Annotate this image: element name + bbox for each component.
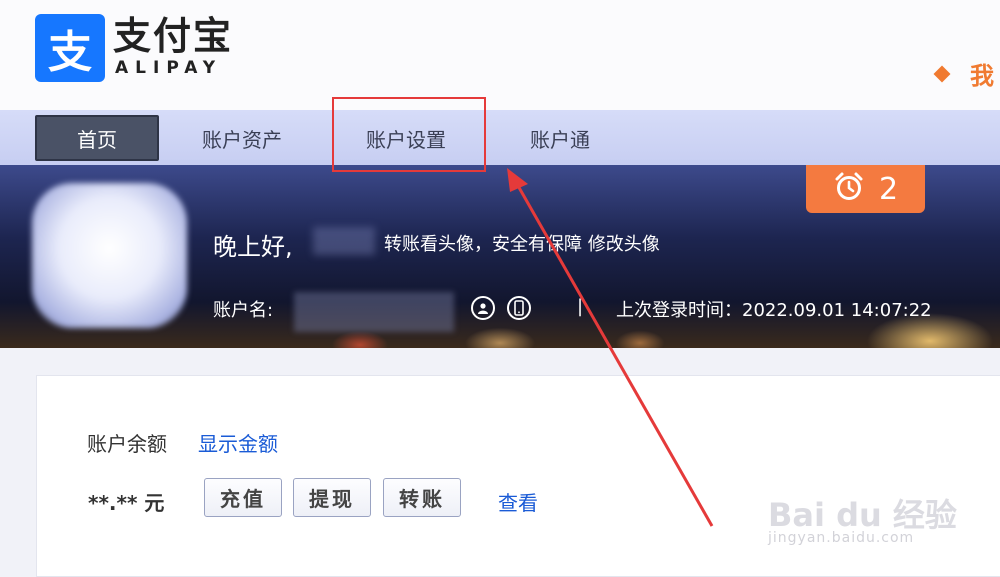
balance-card [36,375,1000,577]
account-name-label: 账户名: [213,300,274,321]
recharge-button[interactable]: 充值 [204,478,282,517]
brand-name-en: ALIPAY [115,58,223,78]
phone-bound-icon[interactable] [507,296,531,320]
nav-tab-account-assets[interactable]: 账户资产 [180,115,304,161]
button-label: 转账 [399,487,445,511]
top-right-label: 我 [970,62,994,90]
top-right-menu[interactable]: 我 [933,56,994,91]
nav-tab-label: 首页 [77,127,117,152]
blurred-username [313,227,375,255]
button-label: 充值 [220,487,266,511]
nav-tab-home[interactable]: 首页 [35,115,159,161]
user-avatar[interactable] [32,183,187,328]
balance-label: 账户余额 [87,432,167,456]
brand-wordmark: 支付宝 ALIPAY [113,14,233,78]
diamond-icon [933,65,951,82]
identity-verified-icon[interactable] [471,296,495,320]
view-details-link[interactable]: 查看 [498,487,538,516]
site-header: 支 支付宝 ALIPAY 我 [0,0,1000,110]
nav-tab-label: 账户通 [530,127,590,152]
withdraw-button[interactable]: 提现 [293,478,371,517]
last-login-time: 上次登录时间：2022.09.01 14:07:22 [616,300,932,321]
balance-amount: **.** 元 [88,491,165,515]
watermark-url: jingyan.baidu.com [768,530,915,546]
greeting-text: 晚上好, [213,233,293,261]
info-divider: | [577,296,584,317]
alarm-clock-icon [833,171,865,207]
transfer-button[interactable]: 转账 [383,478,461,517]
nav-tab-account-pass[interactable]: 账户通 [500,115,620,161]
nav-tab-label: 账户资产 [202,127,282,152]
annotation-highlight-box [332,97,486,172]
notification-badge[interactable]: 2 [806,165,925,213]
avatar-tip-link[interactable]: 转账看头像，安全有保障 修改头像 [384,230,660,256]
notification-count: 2 [878,171,899,207]
blurred-account-name [294,292,454,332]
main-nav: 首页 账户资产 账户设置 账户通 [0,110,1000,165]
alipay-logo[interactable]: 支 [35,14,105,82]
brand-name-cn: 支付宝 [113,14,234,58]
button-label: 提现 [309,487,355,511]
logo-glyph: 支 [48,27,92,78]
show-amount-link[interactable]: 显示金额 [198,428,278,457]
